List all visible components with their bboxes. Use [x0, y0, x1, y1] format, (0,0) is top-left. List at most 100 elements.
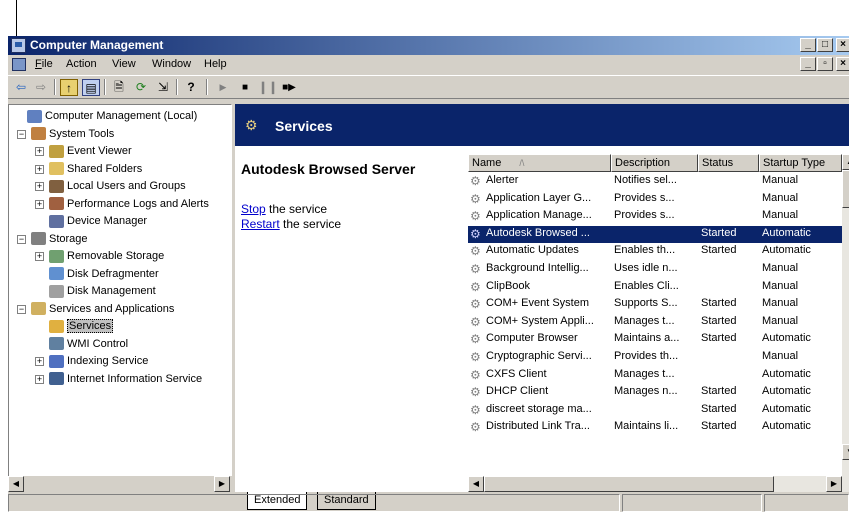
stop-service-icon[interactable]: ■ [236, 79, 254, 96]
tree-expander[interactable]: − [17, 234, 26, 244]
start-service-icon[interactable]: ▶ [214, 79, 232, 96]
scroll-down-button[interactable]: ▼ [842, 444, 849, 460]
table-row[interactable]: ⚙ COM+ System Appli... Manages t... Started… [468, 314, 842, 331]
menu-window[interactable]: Window [152, 58, 191, 70]
tree-expander[interactable]: − [17, 129, 26, 139]
minimize-button[interactable]: _ [800, 38, 816, 52]
tree-expander[interactable]: + [35, 182, 44, 191]
scroll-up-button[interactable]: ▲ [842, 154, 849, 170]
tree-item[interactable]: Computer Management (Local) [27, 108, 197, 124]
stop-link[interactable]: Stop [241, 202, 266, 216]
tree-item[interactable]: Services and Applications [31, 301, 174, 317]
forward-icon[interactable]: ⇨ [32, 79, 50, 96]
up-folder-icon[interactable]: ↑ [60, 79, 78, 96]
tree-item[interactable]: Indexing Service [49, 353, 148, 369]
table-row[interactable]: ⚙ Distributed Link Tra... Maintains li... S… [468, 419, 842, 436]
tree-expander[interactable]: + [35, 357, 44, 366]
tree-item[interactable]: Services [49, 318, 114, 334]
table-row[interactable]: ⚙ Computer Browser Maintains a... Started Au… [468, 331, 842, 348]
cell-startup: Automatic [762, 226, 811, 239]
cell-description: Uses idle n... [614, 262, 678, 274]
restart-link[interactable]: Restart [241, 217, 280, 231]
tree-expander[interactable]: + [35, 147, 44, 156]
tree-expander[interactable]: + [35, 374, 44, 384]
scroll-left-button[interactable]: ◀ [8, 476, 24, 492]
pause-service-icon[interactable]: ❙❙ [258, 79, 278, 96]
tree-item[interactable]: Disk Management [49, 283, 156, 299]
show-tree-icon[interactable]: ▤ [82, 79, 100, 96]
cell-startup: Manual [762, 350, 799, 362]
tree-item[interactable]: Storage [31, 231, 88, 247]
column-header-status[interactable]: Status [698, 154, 759, 172]
menu-view[interactable]: View [112, 58, 136, 70]
document-close-button[interactable]: × [836, 57, 849, 71]
table-row[interactable]: ⚙ ClipBook Enables Cli... Manual [468, 279, 842, 296]
list-horizontal-scrollbar[interactable]: ◀ ▶ [468, 476, 842, 492]
table-row[interactable]: ⚙ Application Manage... Provides s... Manua… [468, 208, 842, 225]
scroll-left-button[interactable]: ◀ [468, 476, 484, 492]
tree-item[interactable]: Event Viewer [49, 143, 132, 159]
scroll-right-button[interactable]: ▶ [826, 476, 842, 492]
tree-item[interactable]: Local Users and Groups [49, 178, 186, 194]
table-row[interactable]: ⚙ Alerter Notifies sel... Manual [468, 173, 842, 190]
tree-expander[interactable]: + [35, 252, 44, 261]
tree-item[interactable]: Performance Logs and Alerts [49, 196, 209, 212]
tree-item[interactable]: Internet Information Service [49, 371, 202, 387]
document-minimize-button[interactable]: _ [800, 57, 816, 71]
cell-name: Automatic Updates [486, 244, 579, 257]
tree-expander[interactable]: − [17, 304, 26, 314]
tree-item[interactable]: System Tools [31, 126, 114, 142]
tree-item[interactable]: Shared Folders [49, 161, 142, 177]
service-gear-icon: ⚙ [470, 367, 481, 382]
table-row[interactable]: ⚙ Autodesk Browsed ... Started Automatic [468, 225, 842, 243]
column-header-startup-type[interactable]: Startup Type [759, 154, 842, 172]
export-icon[interactable]: ⇲ [154, 79, 172, 96]
table-row[interactable]: ⚙ discreet storage ma... Started Automatic [468, 402, 842, 419]
status-panel-3 [764, 494, 849, 512]
menu-action[interactable]: Action [66, 58, 97, 70]
restore-button[interactable]: □ [817, 38, 833, 52]
restart-service-icon[interactable]: ■▶ [280, 79, 298, 96]
table-row[interactable]: ⚙ DHCP Client Manages n... Started Automatic [468, 384, 842, 401]
table-row[interactable]: ⚙ Background Intellig... Uses idle n... Man… [468, 261, 842, 278]
services-gear-icon: ⚙ [245, 117, 258, 133]
scroll-thumb[interactable] [484, 476, 774, 492]
computer-management-icon [11, 38, 26, 53]
stop-service-line: Stop the service [241, 202, 327, 216]
tree-item[interactable]: Disk Defragmenter [49, 266, 159, 282]
scroll-right-button[interactable]: ▶ [214, 476, 230, 492]
list-vertical-scrollbar[interactable]: ▲ ▼ [842, 154, 849, 492]
table-row[interactable]: ⚙ Cryptographic Servi... Provides th... Man… [468, 349, 842, 366]
table-row[interactable]: ⚙ CXFS Client Manages t... Automatic [468, 367, 842, 384]
menu-help[interactable]: Help [204, 58, 227, 70]
properties-icon[interactable]: 🗎 [110, 79, 128, 96]
tree-horizontal-scrollbar[interactable]: ◀ ▶ [8, 476, 232, 492]
column-header-description[interactable]: Description [611, 154, 698, 172]
mmc-document-icon[interactable] [12, 58, 26, 71]
refresh-icon[interactable]: ⟳ [132, 79, 150, 96]
close-button[interactable]: × [836, 38, 849, 52]
menu-file[interactable]: File [35, 58, 53, 70]
shared-folders-icon [49, 162, 64, 176]
scroll-thumb[interactable] [842, 170, 849, 208]
cell-startup: Automatic [762, 385, 811, 398]
column-header-name[interactable]: Name /\ [468, 154, 611, 172]
services-list[interactable]: Name /\ Description Status Startup Type ⚙… [468, 154, 849, 492]
tree-expander[interactable]: + [35, 199, 44, 209]
service-gear-icon: ⚙ [470, 314, 481, 329]
table-row[interactable]: ⚙ Application Layer G... Provides s... Manu… [468, 191, 842, 208]
tree-item[interactable]: Device Manager [49, 213, 147, 229]
tree-item[interactable]: WMI Control [49, 336, 128, 352]
tree-item-label: Services [67, 319, 114, 333]
toolbar-separator [176, 79, 178, 95]
tree-item[interactable]: Removable Storage [49, 248, 164, 264]
table-row[interactable]: ⚙ Automatic Updates Enables th... Started Au… [468, 243, 842, 260]
back-icon[interactable]: ⇦ [12, 79, 30, 96]
title-bar[interactable]: Computer Management _ □ × [8, 36, 849, 55]
table-row[interactable]: ⚙ COM+ Event System Supports S... Started Ma… [468, 296, 842, 313]
cell-startup: Manual [762, 262, 799, 274]
document-restore-button[interactable]: ▫ [817, 57, 833, 71]
tree-expander[interactable]: + [35, 164, 44, 174]
help-icon[interactable]: ? [182, 79, 200, 96]
console-tree[interactable]: Computer Management (Local) − System Tools… [8, 104, 232, 479]
